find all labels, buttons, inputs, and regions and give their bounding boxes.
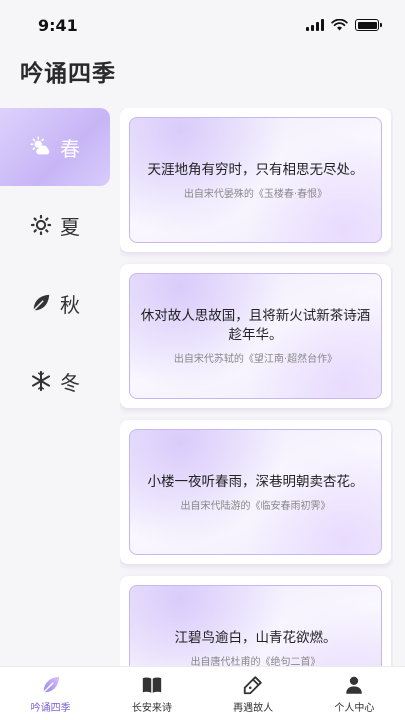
status-icons xyxy=(306,19,382,31)
poem-card[interactable]: 小楼一夜听春雨，深巷明朝卖杏花。 出自宋代陆游的《临安春雨初霁》 xyxy=(120,420,391,564)
tab-label: 吟诵四季 xyxy=(30,702,71,714)
season-sidebar: 春 夏 秋 冬 xyxy=(0,108,110,420)
sun-cloud-icon xyxy=(30,136,50,155)
tab-label: 再遇故人 xyxy=(233,702,274,714)
poem-card-inner: 天涯地角有穷时，只有相思无尽处。 出自宋代晏殊的《玉楼春·春恨》 xyxy=(129,117,382,243)
poem-text: 天涯地角有穷时，只有相思无尽处。 xyxy=(147,161,364,178)
status-bar: 9:41 xyxy=(0,0,405,50)
leaf-icon xyxy=(32,294,50,312)
poem-card-inner: 休对故人思故国，且将新火试新茶诗酒趁年华。 出自宋代苏轼的《望江南·超然台作》 xyxy=(129,273,382,399)
tab-old-friends[interactable]: 再遇故人 xyxy=(208,674,298,714)
poem-card[interactable]: 天涯地角有穷时，只有相思无尽处。 出自宋代晏殊的《玉楼春·春恨》 xyxy=(120,108,391,252)
tab-changan-poems[interactable]: 长安来诗 xyxy=(107,674,197,714)
sidebar-item-label: 冬 xyxy=(60,370,80,395)
sidebar-item-label: 秋 xyxy=(60,292,80,317)
poem-source: 出自宋代苏轼的《望江南·超然台作》 xyxy=(173,354,338,365)
battery-icon xyxy=(355,19,382,31)
poem-source: 出自宋代晏殊的《玉楼春·春恨》 xyxy=(183,188,328,200)
poem-card[interactable]: 休对故人思故国，且将新火试新茶诗酒趁年华。 出自宋代苏轼的《望江南·超然台作》 xyxy=(120,264,391,408)
tab-bar: 吟诵四季 长安来诗 再遇故人 个人中心 xyxy=(0,666,405,720)
poem-text: 江碧鸟逾白，山青花欲燃。 xyxy=(174,629,337,646)
sidebar-item-autumn[interactable]: 秋 xyxy=(0,264,110,342)
book-icon xyxy=(142,676,162,693)
poem-source: 出自唐代杜甫的《绝句二首》 xyxy=(190,656,321,667)
tab-profile[interactable]: 个人中心 xyxy=(309,674,399,714)
poem-card[interactable]: 江碧鸟逾白，山青花欲燃。 出自唐代杜甫的《绝句二首》 xyxy=(120,576,391,666)
sidebar-item-summer[interactable]: 夏 xyxy=(0,186,110,264)
wifi-icon xyxy=(331,19,348,31)
poem-card-inner: 江碧鸟逾白，山青花欲燃。 出自唐代杜甫的《绝句二首》 xyxy=(129,585,382,666)
poem-text: 休对故人思故国，且将新火试新茶诗酒趁年华。 xyxy=(140,308,371,343)
sun-icon xyxy=(30,214,52,236)
snowflake-icon xyxy=(32,370,50,392)
sidebar-item-spring[interactable]: 春 xyxy=(0,108,110,186)
sidebar-item-winter[interactable]: 冬 xyxy=(0,342,110,420)
page-title: 吟诵四季 xyxy=(20,61,116,87)
status-time: 9:41 xyxy=(38,15,78,35)
person-icon xyxy=(346,676,363,694)
pen-icon xyxy=(243,675,262,694)
tab-four-seasons[interactable]: 吟诵四季 xyxy=(6,674,96,714)
sidebar-item-label: 春 xyxy=(60,136,80,161)
poem-list[interactable]: 天涯地角有穷时，只有相思无尽处。 出自宋代晏殊的《玉楼春·春恨》 休对故人思故国… xyxy=(120,108,393,666)
tab-label: 个人中心 xyxy=(334,702,375,714)
tab-label: 长安来诗 xyxy=(131,702,172,714)
poem-card-inner: 小楼一夜听春雨，深巷明朝卖杏花。 出自宋代陆游的《临安春雨初霁》 xyxy=(129,429,382,555)
signal-icon xyxy=(306,19,324,31)
leaf-icon xyxy=(41,676,59,694)
sidebar-item-label: 夏 xyxy=(60,214,80,239)
poem-text: 小楼一夜听春雨，深巷明朝卖杏花。 xyxy=(147,473,364,490)
poem-source: 出自宋代陆游的《临安春雨初霁》 xyxy=(180,500,331,512)
